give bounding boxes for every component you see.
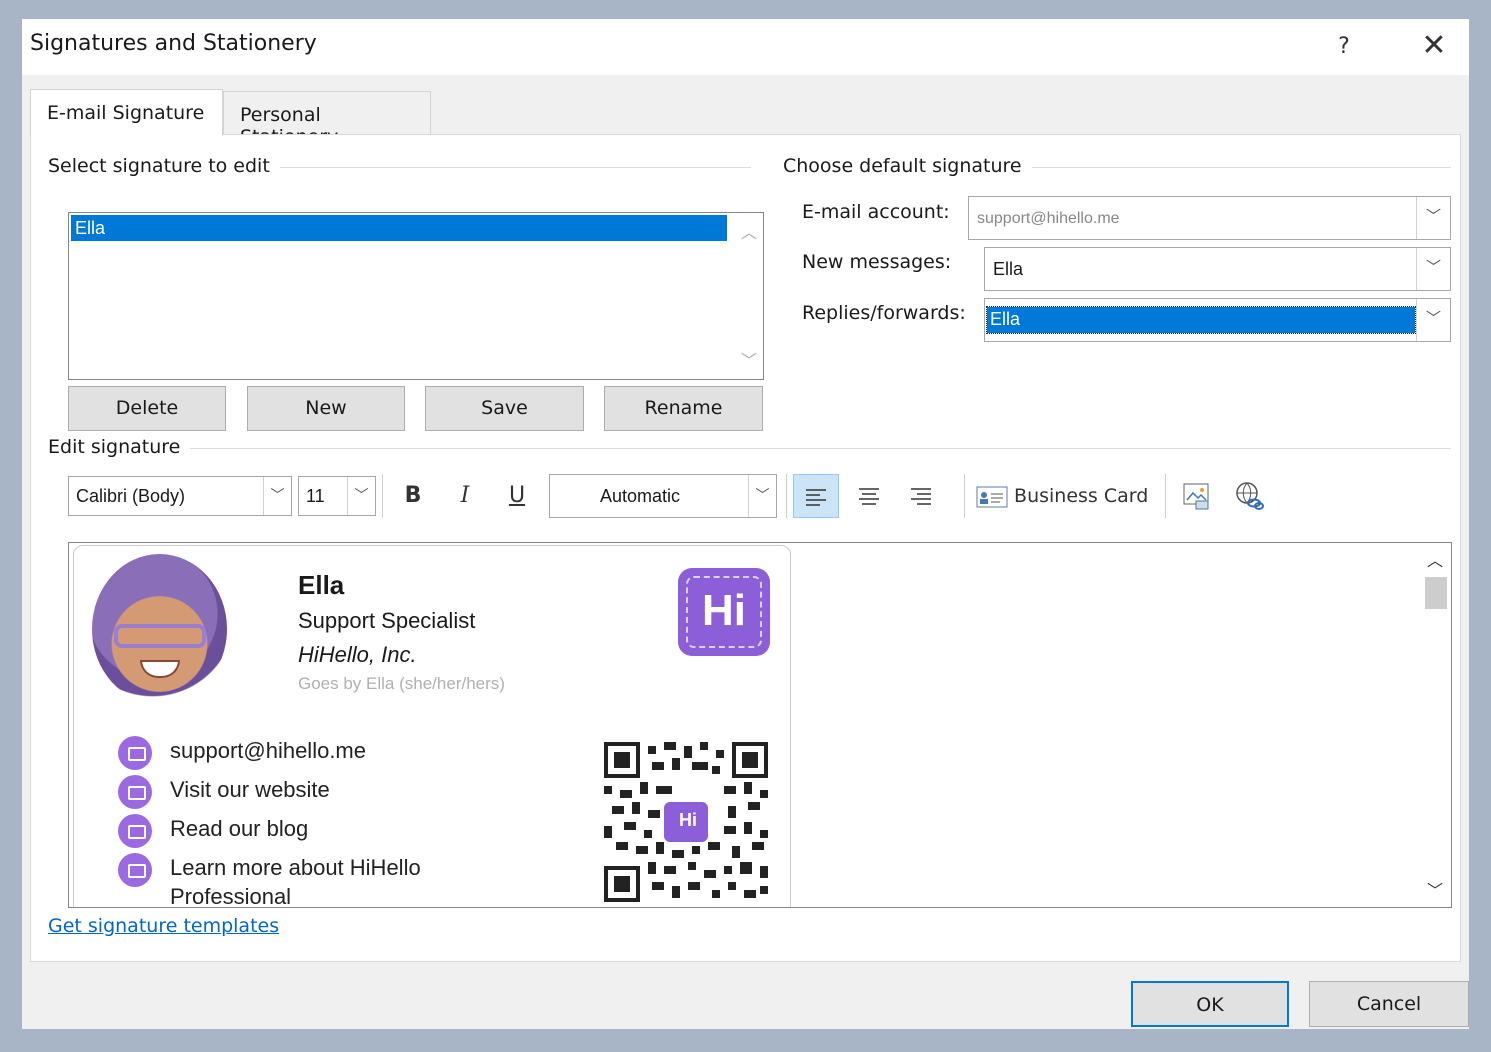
tab-panel: Select signature to edit Ella ︿ ﹀ Delete… (30, 134, 1461, 962)
signature-role: Support Specialist (298, 608, 476, 633)
dialog-title: Signatures and Stationery (30, 31, 317, 56)
align-center-icon (859, 488, 879, 505)
select-signature-label: Select signature to edit (48, 155, 280, 177)
avatar (92, 554, 227, 704)
toolbar-separator (786, 474, 787, 518)
scroll-up-icon[interactable]: ︿ (741, 219, 757, 243)
hyperlink-icon (1236, 482, 1264, 510)
signature-templates-link[interactable]: Get signature templates (48, 915, 279, 937)
signature-name: Ella (298, 570, 345, 600)
title-bar: Signatures and Stationery ? ✕ (22, 19, 1469, 75)
chevron-down-icon[interactable]: ﹀ (1416, 299, 1450, 341)
chevron-down-icon[interactable]: ﹀ (263, 477, 291, 515)
tab-personal-stationery[interactable]: Personal Stationery (223, 91, 431, 148)
align-right-button[interactable] (898, 474, 944, 518)
signature-listbox[interactable]: Ella ︿ ﹀ (68, 212, 764, 380)
group-divider (51, 448, 1451, 449)
new-messages-label: New messages: (802, 251, 952, 273)
align-center-button[interactable] (846, 474, 892, 518)
signature-company: HiHello, Inc. (298, 642, 417, 667)
editor-scrollbar[interactable]: ︿ ﹀ (1419, 543, 1451, 907)
business-card-icon (976, 486, 1008, 507)
align-left-button[interactable] (793, 474, 839, 518)
business-card-button[interactable]: Business Card (976, 474, 1156, 518)
edit-signature-label: Edit signature (48, 436, 191, 458)
signature-card: Ella Support Specialist HiHello, Inc. Go… (73, 545, 791, 908)
qr-logo-text: Hi (679, 810, 697, 830)
new-button[interactable]: New (247, 386, 405, 431)
contact-email-text: support@hihello.me (170, 738, 366, 763)
email-account-label: E-mail account: (802, 201, 950, 223)
business-card-label: Business Card (1014, 485, 1149, 507)
glasses-shape (114, 624, 206, 648)
signatures-dialog: Signatures and Stationery ? ✕ E-mail Sig… (22, 19, 1469, 1029)
chevron-down-icon[interactable]: ﹀ (1419, 877, 1451, 901)
replies-label: Replies/forwards: (802, 302, 966, 324)
website-icon (118, 775, 152, 809)
align-right-icon (911, 488, 931, 505)
bold-button[interactable]: B (393, 474, 433, 518)
chevron-down-icon[interactable]: ﹀ (1416, 197, 1450, 239)
replies-select[interactable]: Ella ﹀ (984, 298, 1451, 342)
signature-pronouns: Goes by Ella (she/her/hers) (298, 674, 505, 693)
scroll-down-icon[interactable]: ﹀ (741, 347, 757, 371)
hihello-logo: Hi (678, 568, 770, 656)
choose-default-label: Choose default signature (783, 155, 1032, 177)
delete-button[interactable]: Delete (68, 386, 226, 431)
mail-icon (118, 736, 152, 770)
contact-website-text: Visit our website (170, 777, 330, 802)
align-left-icon (806, 489, 826, 506)
font-value: Calibri (Body) (76, 486, 186, 506)
contact-learn-more-text-wrap: Professional (170, 884, 292, 908)
chevron-down-icon[interactable]: ﹀ (1416, 248, 1450, 290)
close-button[interactable]: ✕ (1412, 27, 1456, 67)
replies-value: Ella (986, 306, 1416, 334)
toolbar-separator (1165, 474, 1166, 518)
font-select[interactable]: Calibri (Body) ﹀ (68, 476, 292, 516)
email-account-value: support@hihello.me (977, 210, 1120, 227)
chevron-down-icon[interactable]: ﹀ (748, 475, 776, 517)
save-button[interactable]: Save (425, 386, 584, 431)
tab-email-signature[interactable]: E-mail Signature (30, 89, 223, 136)
signature-list-item[interactable]: Ella (71, 215, 727, 241)
font-size-value: 11 (306, 486, 325, 506)
font-size-select[interactable]: 11 ﹀ (298, 476, 376, 516)
learn-more-icon (118, 853, 152, 887)
ok-button[interactable]: OK (1131, 981, 1289, 1027)
chevron-up-icon[interactable]: ︿ (1419, 547, 1451, 571)
contact-learn-more-text: Learn more about HiHello (170, 855, 421, 880)
scroll-thumb[interactable] (1425, 577, 1447, 609)
contact-blog-text: Read our blog (170, 816, 309, 841)
hyperlink-button[interactable] (1229, 474, 1269, 518)
toolbar-separator (382, 474, 383, 518)
color-value: Automatic (600, 486, 681, 506)
new-messages-select[interactable]: Ella ﹀ (984, 247, 1451, 291)
help-button[interactable]: ? (1324, 27, 1364, 67)
cancel-button[interactable]: Cancel (1309, 981, 1469, 1027)
new-messages-value: Ella (993, 259, 1024, 279)
color-select[interactable]: Automatic ﹀ (549, 474, 777, 518)
email-account-select[interactable]: support@hihello.me ﹀ (968, 196, 1451, 240)
underline-button[interactable]: U (497, 474, 537, 518)
insert-picture-icon (1183, 483, 1209, 510)
rename-button[interactable]: Rename (604, 386, 763, 431)
qr-code: Hi (604, 742, 768, 902)
blog-icon (118, 814, 152, 848)
italic-button[interactable]: I (445, 474, 485, 518)
insert-picture-button[interactable] (1177, 474, 1217, 518)
mouth-shape (140, 660, 180, 678)
signature-editor[interactable]: Ella Support Specialist HiHello, Inc. Go… (68, 542, 1452, 908)
chevron-down-icon[interactable]: ﹀ (347, 477, 375, 515)
toolbar-separator (964, 474, 965, 518)
